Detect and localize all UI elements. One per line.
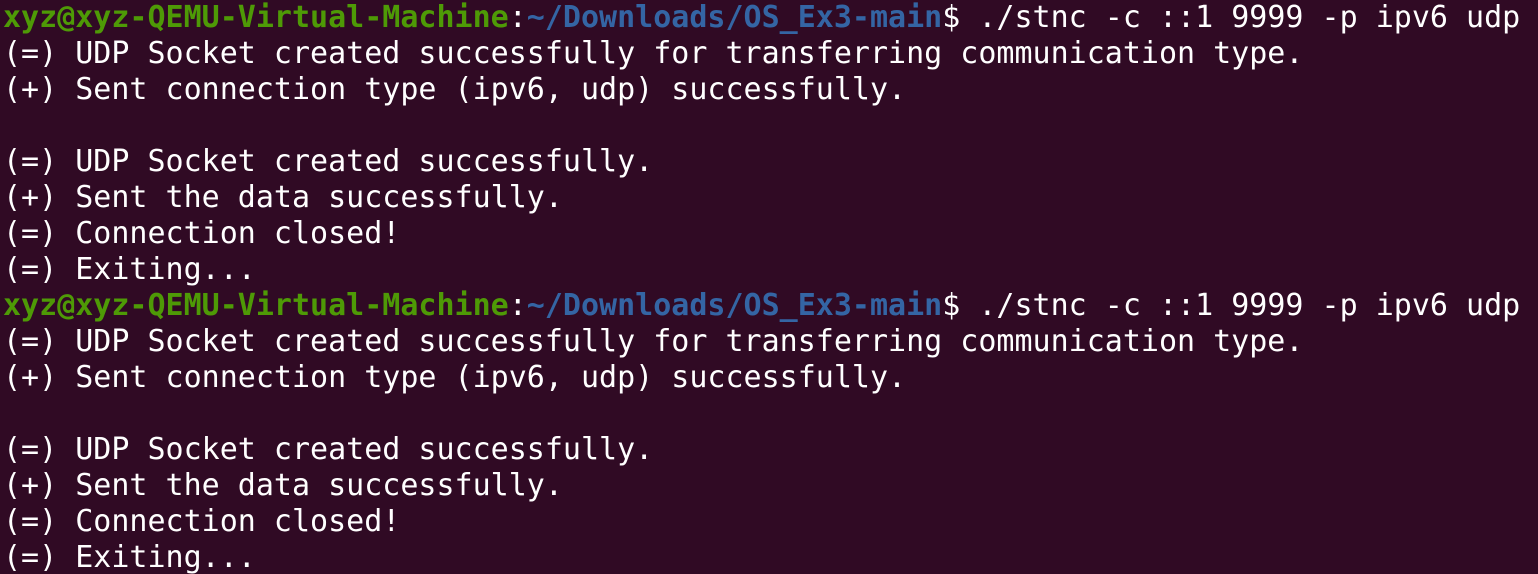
prompt-path: ~/Downloads/OS_Ex3-main	[526, 0, 943, 35]
prompt-separator: :	[508, 0, 527, 35]
output-line: (=) Connection closed!	[3, 216, 401, 251]
output-line-blank	[3, 108, 1538, 144]
command-text: ./stnc -c ::1 9999 -p ipv6 udp	[978, 0, 1521, 35]
output-line-blank	[3, 396, 1538, 432]
output-line: (=) UDP Socket created successfully for …	[3, 36, 1304, 71]
prompt-line: xyz@xyz-QEMU-Virtual-Machine:~/Downloads…	[3, 0, 1538, 36]
prompt-user-host: xyz@xyz-QEMU-Virtual-Machine	[3, 288, 509, 323]
output-line: (+) Sent the data successfully.	[3, 468, 563, 503]
output-line: (+) Sent connection type (ipv6, udp) suc…	[3, 360, 907, 395]
prompt-user-host: xyz@xyz-QEMU-Virtual-Machine	[3, 0, 509, 35]
prompt-symbol: $	[942, 0, 979, 35]
output-line: (=) UDP Socket created successfully for …	[3, 324, 1304, 359]
output-line: (+) Sent connection type (ipv6, udp) suc…	[3, 72, 907, 107]
output-line: (=) Exiting...	[3, 540, 256, 574]
output-line: (=) Connection closed!	[3, 504, 401, 539]
output-line: (+) Sent the data successfully.	[3, 180, 563, 215]
prompt-path: ~/Downloads/OS_Ex3-main	[526, 288, 943, 323]
output-line: (=) UDP Socket created successfully.	[3, 144, 654, 179]
command-text: ./stnc -c ::1 9999 -p ipv6 udp	[978, 288, 1521, 323]
prompt-separator: :	[508, 288, 527, 323]
output-line: (=) Exiting...	[3, 252, 256, 287]
terminal-window[interactable]: xyz@xyz-QEMU-Virtual-Machine:~/Downloads…	[0, 0, 1538, 574]
prompt-symbol: $	[942, 288, 979, 323]
prompt-line: xyz@xyz-QEMU-Virtual-Machine:~/Downloads…	[3, 288, 1538, 324]
output-line: (=) UDP Socket created successfully.	[3, 432, 654, 467]
